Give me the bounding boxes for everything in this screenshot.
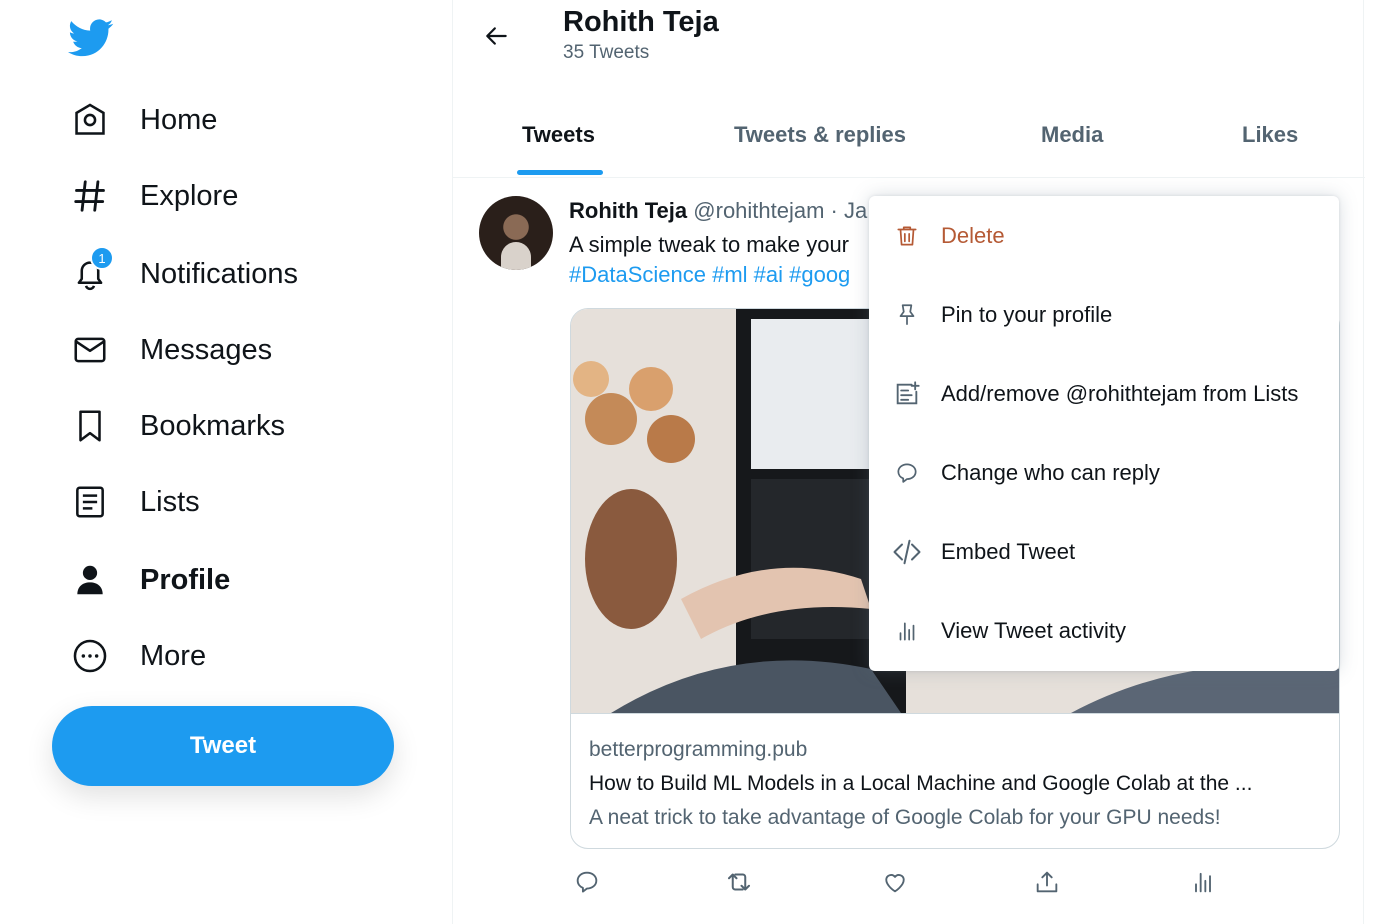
nav-label-explore: Explore xyxy=(140,179,239,212)
menu-label-lists: Add/remove @rohithtejam from Lists xyxy=(941,380,1299,406)
menu-item-change-reply[interactable]: Change who can reply xyxy=(869,433,1339,512)
share-icon[interactable] xyxy=(1029,864,1065,900)
tweet-count: 35 Tweets xyxy=(563,42,650,63)
list-add-icon xyxy=(891,378,923,410)
nav-item-more[interactable]: More xyxy=(68,629,206,683)
menu-label-change-reply: Change who can reply xyxy=(941,459,1160,485)
nav-item-explore[interactable]: Explore xyxy=(68,169,238,223)
tweet-header: Rohith Teja @rohithtejam · Ja xyxy=(569,198,867,224)
more-circle-icon xyxy=(68,634,112,678)
pin-icon xyxy=(891,299,923,331)
analytics-icon[interactable] xyxy=(1185,864,1221,900)
nav-label-more: More xyxy=(140,639,207,672)
tweet-button[interactable]: Tweet xyxy=(52,706,394,786)
nav-label-messages: Messages xyxy=(140,333,273,366)
menu-label-pin: Pin to your profile xyxy=(941,301,1113,327)
twitter-logo-icon[interactable] xyxy=(68,14,114,60)
avatar[interactable] xyxy=(479,196,553,270)
menu-item-activity[interactable]: View Tweet activity xyxy=(869,591,1339,670)
tweet-hashtags[interactable]: #DataScience #ml #ai #goog xyxy=(569,262,850,288)
nav-item-bookmarks[interactable]: Bookmarks xyxy=(68,399,285,453)
nav-label-home: Home xyxy=(140,103,218,136)
nav-label-lists: Lists xyxy=(140,485,200,518)
menu-item-pin[interactable]: Pin to your profile xyxy=(869,275,1339,354)
person-icon xyxy=(68,558,112,602)
sidebar: Home Explore 1 Notifications Messages Bo… xyxy=(0,0,452,924)
active-tab-indicator xyxy=(517,170,603,175)
tab-likes[interactable]: Likes xyxy=(1242,122,1298,148)
nav-item-profile[interactable]: Profile xyxy=(68,553,230,607)
nav-label-bookmarks: Bookmarks xyxy=(140,409,286,442)
menu-label-embed: Embed Tweet xyxy=(941,538,1076,564)
nav-item-notifications[interactable]: 1 Notifications xyxy=(68,246,298,301)
tweet-author[interactable]: Rohith Teja xyxy=(569,198,687,223)
home-icon xyxy=(68,98,112,142)
tweet-text: A simple tweak to make your xyxy=(569,232,850,257)
card-meta: betterprogramming.pub How to Build ML Mo… xyxy=(571,713,1339,848)
profile-name: Rohith Teja xyxy=(563,6,719,38)
tab-media[interactable]: Media xyxy=(1041,122,1103,148)
menu-label-activity: View Tweet activity xyxy=(941,617,1127,643)
nav-item-lists[interactable]: Lists xyxy=(68,475,200,529)
tweet-options-menu: Delete Pin to your profile Add/remove @r… xyxy=(869,196,1339,671)
nav-label-notifications: Notifications xyxy=(140,257,298,290)
card-domain: betterprogramming.pub xyxy=(589,738,808,761)
nav-item-home[interactable]: Home xyxy=(68,93,217,147)
menu-item-lists[interactable]: Add/remove @rohithtejam from Lists xyxy=(869,354,1339,433)
reply-icon[interactable] xyxy=(569,864,605,900)
bookmark-icon xyxy=(68,404,112,448)
profile-tabs: Tweets Tweets & replies Media Likes xyxy=(453,96,1365,178)
like-heart-icon[interactable] xyxy=(877,864,913,900)
back-arrow-icon[interactable] xyxy=(477,16,517,56)
speech-bubble-icon xyxy=(891,457,923,489)
notification-badge: 1 xyxy=(90,246,114,270)
tweet-actions xyxy=(569,864,1219,900)
hashtag-icon xyxy=(68,174,112,218)
nav-item-messages[interactable]: Messages xyxy=(68,323,272,377)
nav-label-profile: Profile xyxy=(140,563,231,596)
retweet-icon[interactable] xyxy=(721,864,757,900)
envelope-icon xyxy=(68,328,112,372)
menu-item-delete[interactable]: Delete xyxy=(869,196,1339,275)
menu-item-embed[interactable]: Embed Tweet xyxy=(869,512,1339,591)
tab-tweets[interactable]: Tweets xyxy=(522,122,595,148)
trash-icon xyxy=(891,220,923,252)
menu-label-delete: Delete xyxy=(941,222,1005,248)
code-icon xyxy=(891,536,923,568)
activity-icon xyxy=(891,615,923,647)
bell-icon: 1 xyxy=(68,246,114,296)
tab-tweets-replies[interactable]: Tweets & replies xyxy=(734,122,906,148)
card-description: A neat trick to take advantage of Google… xyxy=(589,806,1221,829)
list-icon xyxy=(68,480,112,524)
card-title: How to Build ML Models in a Local Machin… xyxy=(589,772,1253,795)
tweet-handle[interactable]: @rohithtejam · Ja xyxy=(693,198,867,223)
